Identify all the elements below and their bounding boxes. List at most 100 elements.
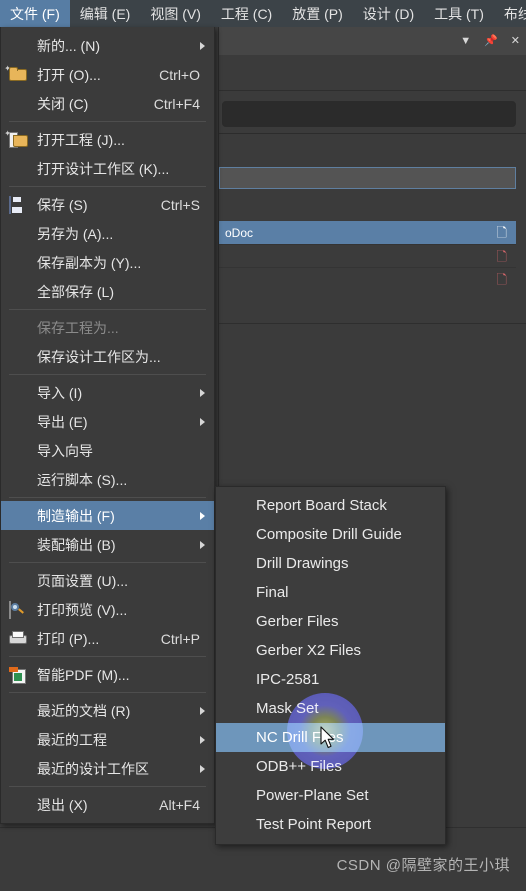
dropdown-arrow-icon[interactable]: ▼: [460, 35, 471, 47]
file-menu-item-5[interactable]: 打开设计工作区 (K)...: [1, 154, 214, 183]
menu-item-accelerator: Ctrl+P: [160, 630, 200, 647]
menu-item-accelerator: Ctrl+S: [160, 196, 200, 213]
file-menu-item-7[interactable]: 另存为 (A)...: [1, 219, 214, 248]
document-row-1[interactable]: oDoc 🗋: [219, 221, 516, 244]
submenu-item-8[interactable]: Mask Set: [216, 694, 445, 723]
document-row-3[interactable]: 🗋: [219, 267, 516, 290]
panel-combo-box[interactable]: [219, 167, 516, 189]
file-menu-item-15[interactable]: 运行脚本 (S)...: [1, 465, 214, 494]
menu-item-label: 保存设计工作区为...: [37, 348, 161, 365]
file-dropdown-menu: 新的... (N) ✦ 打开 (O)... Ctrl+O 关闭 (C) Ctrl+F4 ✦ 打…: [0, 27, 215, 824]
file-menu-item-8[interactable]: 保存副本为 (Y)...: [1, 248, 214, 277]
panel-header: ▼ 📌 ✕: [219, 27, 526, 55]
menu-separator: [9, 374, 206, 375]
file-menu-item-2[interactable]: ✦ 打开 (O)... Ctrl+O: [1, 60, 214, 89]
menu-item-label: 最近的文档 (R): [37, 702, 131, 719]
file-menu-item-11[interactable]: 保存设计工作区为...: [1, 342, 214, 371]
file-menu-item-13[interactable]: 导出 (E): [1, 407, 214, 436]
menubar-item-1[interactable]: 文件 (F): [0, 0, 70, 27]
print-preview-icon: [9, 600, 27, 619]
submenu-item-2[interactable]: Composite Drill Guide: [216, 520, 445, 549]
menu-item-label: 制造输出 (F): [37, 507, 115, 524]
file-menu-item-18[interactable]: 页面设置 (U)...: [1, 566, 214, 595]
submenu-item-9[interactable]: NC Drill Files: [216, 723, 445, 752]
chevron-right-icon: [200, 417, 205, 426]
menubar-item-3[interactable]: 视图 (V): [140, 0, 211, 27]
menu-item-accelerator: Ctrl+F4: [153, 95, 200, 112]
menu-item-label: 装配输出 (B): [37, 536, 116, 553]
menu-item-label: 打开设计工作区 (K)...: [37, 160, 170, 177]
menu-item-label: 另存为 (A)...: [37, 225, 114, 242]
chevron-right-icon: [200, 388, 205, 397]
file-menu-item-20[interactable]: 打印 (P)... Ctrl+P: [1, 624, 214, 653]
submenu-item-6[interactable]: Gerber X2 Files: [216, 636, 445, 665]
page-icon-red: 🗋: [496, 248, 507, 264]
submenu-item-3[interactable]: Drill Drawings: [216, 549, 445, 578]
menu-item-label: 导出 (E): [37, 413, 88, 430]
chevron-right-icon: [200, 706, 205, 715]
menu-separator: [9, 562, 206, 563]
panel-search-input[interactable]: [222, 101, 516, 127]
file-menu-item-14[interactable]: 导入向导: [1, 436, 214, 465]
watermark-text: CSDN @隔壁家的王小琪: [336, 857, 510, 874]
chevron-right-icon: [200, 511, 205, 520]
menubar-item-6[interactable]: 设计 (D): [353, 0, 424, 27]
file-menu-item-1[interactable]: 新的... (N): [1, 31, 214, 60]
chevron-right-icon: [200, 735, 205, 744]
menubar-item-4[interactable]: 工程 (C): [211, 0, 282, 27]
file-menu-item-17[interactable]: 装配输出 (B): [1, 530, 214, 559]
menu-item-label: 保存工程为...: [37, 319, 119, 336]
submenu-item-1[interactable]: Report Board Stack: [216, 491, 445, 520]
submenu-item-10[interactable]: ODB++ Files: [216, 752, 445, 781]
file-menu-item-25[interactable]: 退出 (X) Alt+F4: [1, 790, 214, 819]
menu-separator: [9, 121, 206, 122]
file-menu-item-21[interactable]: 智能PDF (M)...: [1, 660, 214, 689]
file-menu-item-12[interactable]: 导入 (I): [1, 378, 214, 407]
menu-item-label: 打印 (P)...: [37, 630, 100, 647]
menu-item-label: 关闭 (C): [37, 95, 89, 112]
menu-separator: [9, 309, 206, 310]
file-menu-item-19[interactable]: 打印预览 (V)...: [1, 595, 214, 624]
submenu-item-12[interactable]: Test Point Report: [216, 810, 445, 839]
menubar-item-7[interactable]: 工具 (T): [424, 0, 494, 27]
panel-divider: [219, 133, 526, 134]
folder-project-icon: ✦: [4, 128, 11, 138]
menu-item-label: 退出 (X): [37, 796, 88, 813]
file-menu-item-22[interactable]: 最近的文档 (R): [1, 696, 214, 725]
menubar-item-8[interactable]: 布线: [494, 0, 526, 27]
folder-open-icon: ✦: [4, 63, 11, 73]
submenu-item-11[interactable]: Power-Plane Set: [216, 781, 445, 810]
file-menu-item-9[interactable]: 全部保存 (L): [1, 277, 214, 306]
menu-separator: [9, 497, 206, 498]
menubar-item-5[interactable]: 放置 (P): [282, 0, 353, 27]
chevron-right-icon: [200, 764, 205, 773]
menu-item-label: 页面设置 (U)...: [37, 572, 128, 589]
file-menu-item-23[interactable]: 最近的工程: [1, 725, 214, 754]
submenu-item-7[interactable]: IPC-2581: [216, 665, 445, 694]
pin-icon[interactable]: 📌: [484, 35, 498, 47]
printer-icon: [9, 631, 27, 647]
menu-item-label: 打印预览 (V)...: [37, 601, 128, 618]
menu-item-label: 智能PDF (M)...: [37, 666, 130, 683]
file-menu-item-10: 保存工程为...: [1, 313, 214, 342]
menu-item-label: 导入 (I): [37, 384, 83, 401]
menu-item-accelerator: Ctrl+O: [159, 66, 200, 83]
document-row-2[interactable]: 🗋: [219, 244, 516, 267]
submenu-item-5[interactable]: Gerber Files: [216, 607, 445, 636]
chevron-right-icon: [200, 540, 205, 549]
menu-separator: [9, 656, 206, 657]
file-menu-item-3[interactable]: 关闭 (C) Ctrl+F4: [1, 89, 214, 118]
file-menu-item-4[interactable]: ✦ 打开工程 (J)...: [1, 125, 214, 154]
menubar-item-2[interactable]: 编辑 (E): [70, 0, 141, 27]
app-window: ▼ 📌 ✕ oDoc 🗋 🗋 🗋 文件 (F) 编辑 (E) 视图 (V) 工程…: [0, 0, 526, 891]
close-icon[interactable]: ✕: [511, 35, 520, 47]
menu-item-label: 最近的设计工作区: [37, 760, 149, 777]
menu-separator: [9, 786, 206, 787]
file-menu-item-6[interactable]: 保存 (S) Ctrl+S: [1, 190, 214, 219]
file-menu-item-24[interactable]: 最近的设计工作区: [1, 754, 214, 783]
menu-item-accelerator: Alt+F4: [159, 796, 200, 813]
submenu-item-4[interactable]: Final: [216, 578, 445, 607]
file-menu-item-16[interactable]: 制造输出 (F): [1, 501, 214, 530]
fabrication-outputs-submenu: Report Board Stack Composite Drill Guide D…: [215, 486, 446, 845]
menu-item-label: 全部保存 (L): [37, 283, 114, 300]
